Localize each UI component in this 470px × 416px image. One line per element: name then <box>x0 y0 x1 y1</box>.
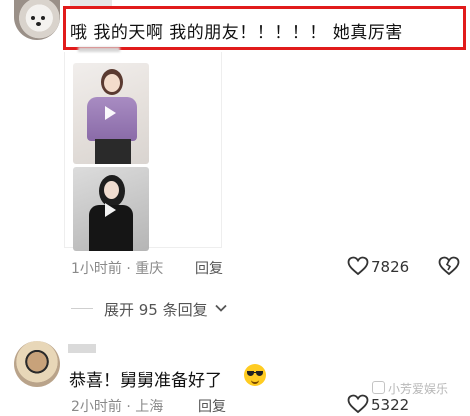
user-avatar[interactable] <box>14 0 60 40</box>
heart-icon[interactable] <box>347 394 369 414</box>
expand-replies-button[interactable]: 展开 95 条回复 <box>104 299 208 320</box>
video-thumbnail[interactable] <box>73 167 149 251</box>
broken-heart-icon[interactable] <box>438 256 460 276</box>
watermark: 小芳爱娱乐 <box>372 380 448 397</box>
reply-button[interactable]: 回复 <box>195 258 223 278</box>
like-count: 7826 <box>371 258 410 276</box>
chevron-down-icon[interactable] <box>214 301 228 315</box>
comment-timestamp: 2小时前 · 上海 <box>71 399 164 415</box>
watermark-icon <box>372 381 385 394</box>
sunglasses-emoji-icon <box>244 364 266 386</box>
play-icon <box>105 203 116 217</box>
comment-text: 哦 我的天啊 我的朋友！！！！！ 她真厉害 <box>70 23 403 43</box>
comment-timestamp: 1小时前 · 重庆 <box>71 261 164 277</box>
divider <box>71 308 93 309</box>
user-avatar[interactable] <box>14 341 60 387</box>
comment-text: 恭喜！舅舅准备好了 <box>69 371 222 391</box>
video-thumbnail[interactable] <box>73 63 149 164</box>
like-count: 5322 <box>371 396 410 414</box>
watermark-text: 小芳爱娱乐 <box>388 382 449 396</box>
reply-button[interactable]: 回复 <box>198 396 226 416</box>
username-blurred <box>68 344 96 353</box>
heart-icon[interactable] <box>347 256 369 276</box>
play-icon <box>105 106 116 120</box>
